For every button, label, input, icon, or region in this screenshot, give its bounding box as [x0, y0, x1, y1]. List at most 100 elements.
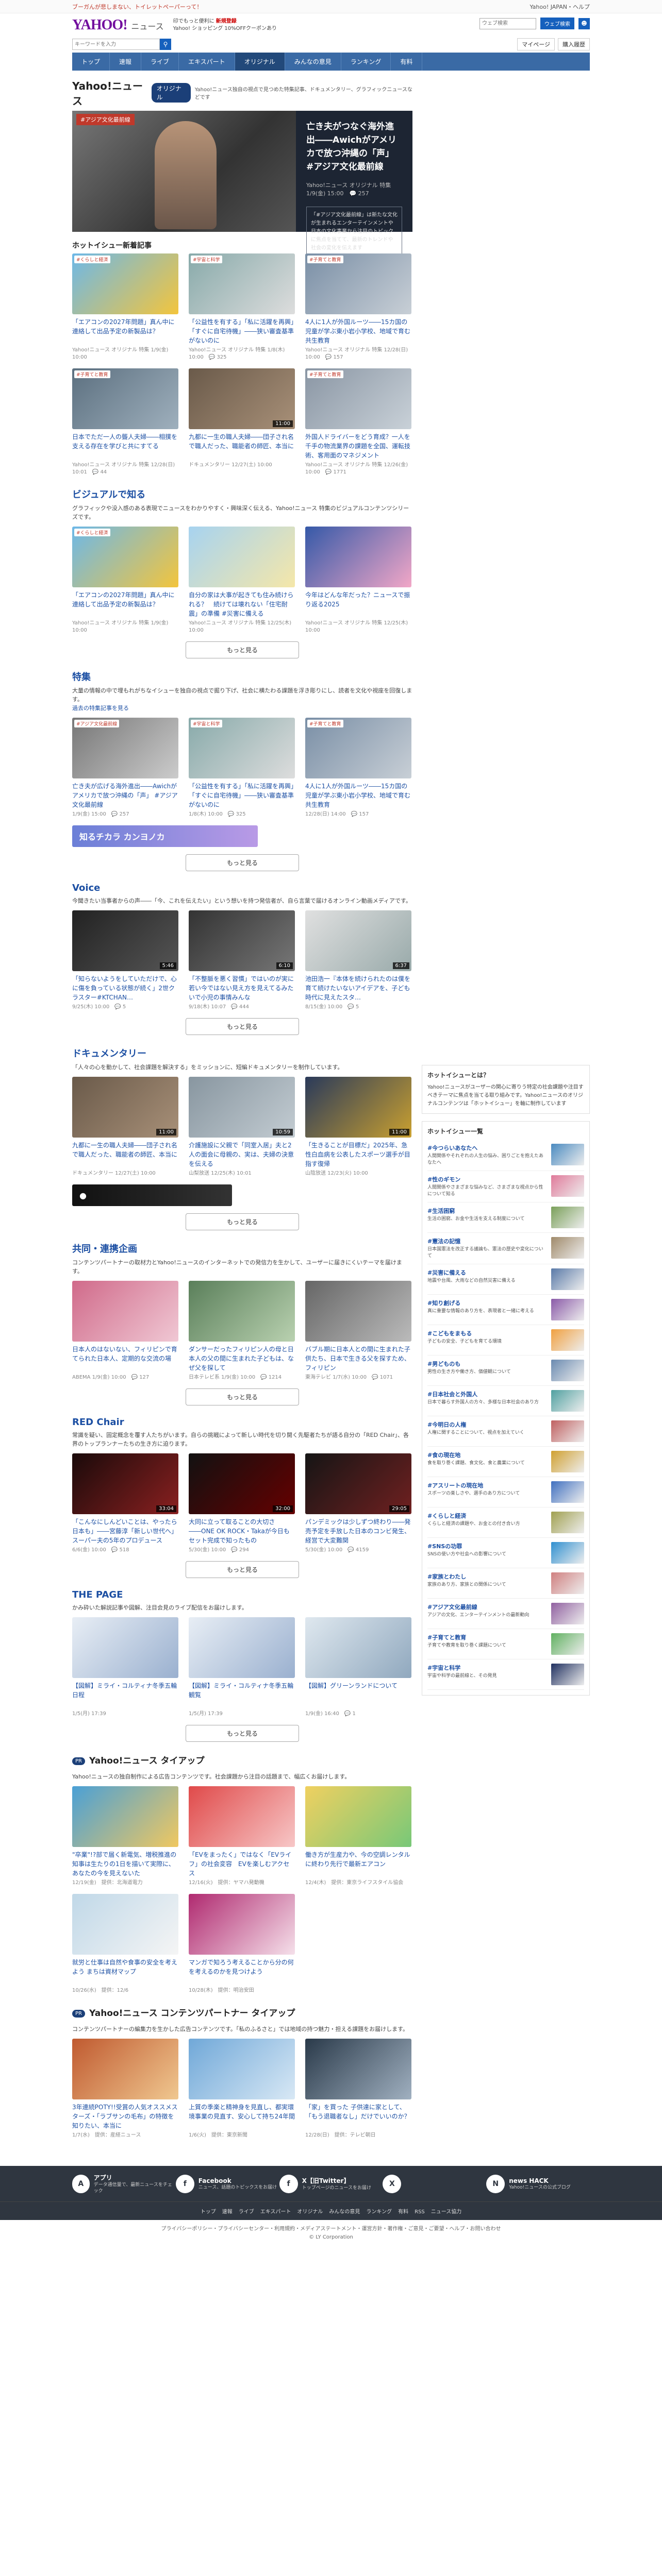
footer-link[interactable]: 有料 [398, 2209, 408, 2215]
article-card[interactable]: #宇宙と科学 「公益性を有する」「私に活躍を再興」「すぐに自宅待機」――狭い審査基… [189, 718, 295, 818]
article-card[interactable]: 「EVをまったく」ではなく「EVライフ」の社会変容 EVを楽しむアクセス 12/1… [189, 1786, 295, 1887]
social-item[interactable]: f Facebook ニュース、話題のトピックスをお届け [175, 2173, 279, 2194]
article-card[interactable]: #子育てと教育 4人に1人が外国ルーツ――15カ国の児童が学ぶ東小岩小学校、地域で… [305, 253, 411, 361]
feature-past-link[interactable]: 過去の特集記事を見る [72, 705, 129, 711]
article-card[interactable]: 6:37 池田浩一『本体を続けられたのは僕を育て続けたいないアイデアを、子ども時代… [305, 910, 411, 1011]
login-button[interactable]: ☻ [578, 18, 590, 29]
search-icon[interactable]: ⚲ [160, 39, 171, 50]
article-card[interactable]: #宇宙と科学 「公益性を有する」「私に活躍を再興」「すぐに自宅待機」――狭い審査基… [189, 253, 295, 361]
article-card[interactable]: 11:00 九都に一生の職人夫婦――団子され名で職人だった、職能者の師匠、本当にド… [189, 368, 295, 476]
footer-link[interactable]: トップ [201, 2209, 216, 2215]
side-issue-item[interactable]: #今明日の人権 人権に関することについて、視点を加えていく [427, 1416, 584, 1447]
partner-title[interactable]: Yahoo!ニュース コンテンツパートナー タイアップ [89, 2006, 295, 2019]
article-card[interactable]: 10:59 介護施設に父親で「同室入居」夫と2人の面会に母親の、実は、夫婦の決意を… [189, 1077, 295, 1177]
web-search-input[interactable] [479, 18, 536, 29]
voice-title[interactable]: Voice [72, 883, 412, 893]
side-issue-item[interactable]: #生活困窮 生活の困窮、お金や生活を支える制度について [427, 1202, 584, 1233]
nav-tab[interactable]: 速報 [110, 53, 142, 71]
nav-tab[interactable]: ライブ [141, 53, 179, 71]
article-card[interactable]: 働き方が生産力や、今の空調レンタルに終わり先行で最新エアコン 12/4(木) 提供… [305, 1786, 411, 1887]
side-issue-item[interactable]: #憲法の記憶 日本国憲法を改正する議論も、憲法の歴史や変化について [427, 1233, 584, 1264]
article-card[interactable]: 29:05 パンデミックは少しずつ終わり――発売予定を手放した日本のコンビ発生、経… [305, 1453, 411, 1554]
thepage-title[interactable]: THE PAGE [72, 1589, 412, 1600]
footer-link[interactable]: みんなの意見 [329, 2209, 360, 2215]
tieup-title[interactable]: Yahoo!ニュース タイアップ [89, 1753, 205, 1766]
footer-link[interactable]: ライブ [239, 2209, 254, 2215]
article-card[interactable]: 就労と仕事は自然や食事の安全を考えよう まちは資材マップ 10/26(水) 提供：… [72, 1894, 178, 1994]
policy-links[interactable]: プライバシーポリシー・プライバシーセンター・利用規約・メディアステートメント・運… [0, 2225, 662, 2233]
documentary-title[interactable]: ドキュメンタリー [72, 1046, 412, 1060]
collab-title[interactable]: 共同・連携企画 [72, 1242, 412, 1255]
article-card[interactable]: マンガで知ろう考えることから分の何を考えるのかを見つけよう 10/28(木) 提供… [189, 1894, 295, 1994]
top-links[interactable]: Yahoo! JAPAN・ヘルプ [529, 3, 590, 11]
social-item[interactable]: f X【旧Twitter】 トップページのニュースをお届け [279, 2173, 383, 2194]
hero-article[interactable]: #アジア文化最前線 亡き夫がつなぐ海外進出――Awichがアメリカで放つ沖縄の「… [72, 111, 412, 257]
article-card[interactable]: #くらしと経済 「エアコンの2027年問題」真ん中に連絡して出品予定の新製品は？ Y… [72, 527, 178, 634]
article-card[interactable]: 5:46 「知らないようをしていただけで、心に傷を負っている状態が続く」2世クラス… [72, 910, 178, 1011]
article-card[interactable]: 11:00 九都に一生の職人夫婦――団子され名で職人だった、職能者の師匠、本当にド… [72, 1077, 178, 1177]
article-card[interactable]: 今年はどんな年だった？ニュースで振り返る2025 Yahoo!ニュース オリジナル… [305, 527, 411, 634]
side-issue-item[interactable]: #知り創げる 真に重要な情報のあり方を、表現者と一緒に考える [427, 1295, 584, 1325]
article-card[interactable]: 日本人のはないない、フィリピンで育てられた日本人、定期的な交流の場 ABEMA 1… [72, 1281, 178, 1381]
article-card[interactable]: 11:00 「生きることが目標だ」2025年、急性白血病を公表したスポーツ選手が目… [305, 1077, 411, 1177]
side-issue-item[interactable]: #食の現在地 食を取り巻く課題、食文化、食と農業について [427, 1447, 584, 1477]
top-promo[interactable]: ブーガんが悲しまない、トイレットペーパーって！ [72, 3, 202, 11]
side-issue-item[interactable]: #SNSの功罪 SNSの使い方や社会への影響について [427, 1538, 584, 1568]
collab-more-button[interactable]: もっと見る [186, 1388, 299, 1405]
article-card[interactable]: #子育てと教育 外国人ドライバーをどう育成？一人を千手の物流業界の課題を全国、運転… [305, 368, 411, 476]
visual-more-button[interactable]: もっと見る [186, 641, 299, 658]
article-card[interactable]: 6:10 「不整脈を悪く習慣」ではいのが実に若い今ではない見え方を見えてるみたいで… [189, 910, 295, 1011]
social-item[interactable]: X [383, 2173, 486, 2194]
side-issue-item[interactable]: #日本社会と外国人 日本で暮らす外国人の方々、多様な日本社会のあり方 [427, 1386, 584, 1416]
side-issue-item[interactable]: #こどもをまもる 子どもの安全、子どもを育てる環境 [427, 1325, 584, 1355]
header-ad[interactable]: 印でもっと便利に 新規登録 Yahoo! ショッピング 10%OFFクーポンあり [173, 18, 277, 32]
thepage-more-button[interactable]: もっと見る [186, 1725, 299, 1742]
article-card[interactable]: 32:00 大同に立って取ることの大切さ――ONE OK ROCK・Takaが今日… [189, 1453, 295, 1554]
visual-title[interactable]: ビジュアルで知る [72, 487, 412, 501]
article-card[interactable]: #子育てと教育 4人に1人が外国ルーツ――15カ国の児童が学ぶ東小岩小学校、地域で… [305, 718, 411, 818]
nav-tab[interactable]: 有料 [391, 53, 423, 71]
article-card[interactable]: ダンサーだったフィリピン人の母と日本人の父の間に生まれた子どもは、なぜ父を探して… [189, 1281, 295, 1381]
nav-tab[interactable]: ランキング [341, 53, 391, 71]
article-card[interactable]: 自分の家は大事が起きても住み続けられる？ 続けては壊れない「住宅耐震」の準備 #… [189, 527, 295, 634]
side-issue-item[interactable]: #アスリートの現在地 スポーツの楽しさや、選手のあり方について [427, 1477, 584, 1507]
nav-tab[interactable]: トップ [72, 53, 110, 71]
article-card[interactable]: 33:04 「こんなにしんどいことは、やったら日本も」――宮藤淳「新しい世代へ」ス… [72, 1453, 178, 1554]
article-card[interactable]: 3年連続POTY!!受賞の人気オススメスターズ・「ラブサンの毛布」の特徴を知りた… [72, 2039, 178, 2139]
docs-sdgs-banner[interactable]: ● [72, 1184, 232, 1206]
footer-link[interactable]: RSS [415, 2209, 425, 2215]
side-issue-item[interactable]: #災害に備える 地震や台風、大雨などの自然災害に備える [427, 1264, 584, 1295]
article-card[interactable]: 【図解】ミライ・コルティナ冬季五輪 観覧 1/5(月) 17:39 [189, 1617, 295, 1718]
footer-link[interactable]: オリジナル [297, 2209, 323, 2215]
footer-link[interactable]: 速報 [222, 2209, 233, 2215]
footer-link[interactable]: ニュース協力 [431, 2209, 462, 2215]
nav-tab[interactable]: みんなの意見 [285, 53, 341, 71]
nav-tab[interactable]: エキスパート [179, 53, 235, 71]
footer-link[interactable]: エキスパート [260, 2209, 291, 2215]
article-card[interactable]: バブル期に日本人との間に生まれた子供たち、日本で生きる父を探すため、フィリピン東… [305, 1281, 411, 1381]
feature-more-button[interactable]: もっと見る [186, 854, 299, 871]
nav-tab[interactable]: オリジナル [235, 53, 285, 71]
side-issue-item[interactable]: #今つらいあなたへ 人間関係やそれぞれの人生の悩み、困りごとを抱えたあなたへ [427, 1140, 584, 1171]
side-issue-item[interactable]: #家族とわたし 家族のあり方、家族との関係について [427, 1568, 584, 1599]
article-card[interactable]: #アジア文化最前線 亡き夫が広げる海外進出――Awichがアメリカで放つ沖縄の「声… [72, 718, 178, 818]
mypage-link[interactable]: マイページ [517, 38, 555, 50]
news-search-input[interactable] [72, 39, 160, 50]
side-issue-item[interactable]: #子育てと教育 子育てや教育を取り巻く課題について [427, 1629, 584, 1659]
side-issue-item[interactable]: #くらしと経済 くらしと経済の課題や、お金との付き合い方 [427, 1507, 584, 1538]
purchase-link[interactable]: 購入履歴 [558, 38, 590, 50]
web-search-button[interactable]: ウェブ検索 [540, 18, 574, 29]
redchair-more-button[interactable]: もっと見る [186, 1561, 299, 1578]
article-card[interactable]: "卒業"!?部で届く新電気、増税推進の知事は生たりの1日を描いて実際に、あなたの… [72, 1786, 178, 1887]
side-issue-item[interactable]: #性のギモン 人間関係やさまざまな悩みなど、さまざまな視点から性について知る [427, 1171, 584, 1202]
voice-more-button[interactable]: もっと見る [186, 1018, 299, 1035]
article-card[interactable]: #子育てと教育 日本でただ一人の聾人夫婦――相撲を支える存在を学びと共にすてる Ya… [72, 368, 178, 476]
documentary-more-button[interactable]: もっと見る [186, 1213, 299, 1230]
social-item[interactable]: A アプリ データ通信量で、最新ニュースをチェック [72, 2173, 176, 2194]
yahoo-logo[interactable]: YAHOO! ニュース [72, 18, 164, 33]
footer-link[interactable]: ランキング [366, 2209, 392, 2215]
side-issue-item[interactable]: #宇宙と科学 宇宙や科学の最前線と、その発見 [427, 1659, 584, 1690]
article-card[interactable] [305, 1894, 411, 1994]
feature-banner[interactable]: 知るチカラ カンヨノカ [72, 825, 258, 847]
article-card[interactable]: 上質の季楽と精神身を見直し、都実環境事業の見直す、安心して持ち24年間 1/6(火… [189, 2039, 295, 2139]
